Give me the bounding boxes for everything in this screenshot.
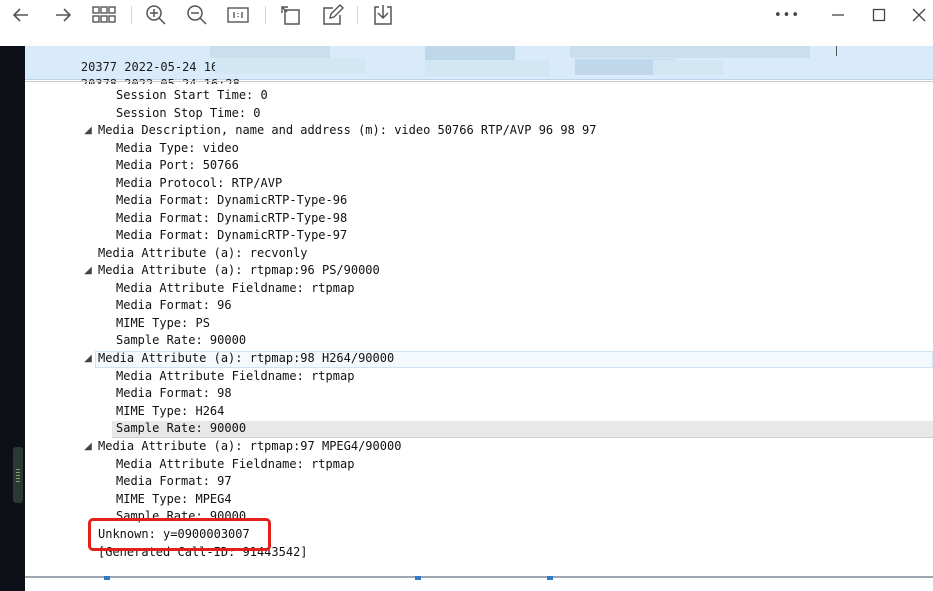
annotation-highlight-box [88,518,271,551]
tree-item[interactable]: Session Start Time: 0 [116,87,268,105]
redacted-block [210,46,330,58]
tree-item[interactable]: Media Protocol: RTP/AVP [116,175,282,193]
edit-icon[interactable] [320,2,346,28]
tree-item[interactable]: MIME Type: H264 [116,403,224,421]
tree-item[interactable]: Media Description, name and address (m):… [98,122,597,140]
zoom-in-icon[interactable] [143,2,169,28]
redacted-block [425,46,515,60]
redacted-block [570,46,810,58]
redacted-block [215,58,365,74]
tree-item[interactable]: Media Format: DynamicRTP-Type-97 [116,227,347,245]
tree-item[interactable]: Media Attribute (a): rtpmap:98 H264/9000… [98,350,394,368]
tree-item[interactable]: Media Format: 97 [116,473,232,491]
forward-arrow-icon[interactable] [50,2,76,28]
tree-item[interactable]: Media Attribute (a): recvonly [98,245,308,263]
redacted-block [425,60,550,76]
tree-item[interactable]: Media Type: video [116,140,239,158]
expand-triangle-icon[interactable]: ◢ [82,441,94,452]
tree-item[interactable]: Media Attribute Fieldname: rtpmap [116,368,354,386]
bottom-marker [547,576,553,580]
expand-triangle-icon[interactable]: ◢ [82,353,94,364]
tree-item[interactable]: Sample Rate: 90000 [116,332,246,350]
tree-item[interactable]: Media Format: DynamicRTP-Type-96 [116,192,347,210]
tree-item[interactable]: Sample Rate: 90000 [116,420,246,438]
redacted-block [653,60,723,75]
tree-item[interactable]: Media Attribute Fieldname: rtpmap [116,280,354,298]
bottom-marker [415,576,421,580]
tree-item[interactable]: Media Format: 98 [116,385,232,403]
download-icon[interactable] [370,2,396,28]
tree-item[interactable]: Media Format: 96 [116,297,232,315]
toolbar-separator [265,6,266,24]
rotate-icon[interactable] [278,2,304,28]
grid-icon[interactable] [91,2,117,28]
tree-item[interactable]: Media Attribute Fieldname: rtpmap [116,456,354,474]
tree-item[interactable]: MIME Type: PS [116,315,210,333]
maximize-icon[interactable] [866,2,892,28]
more-icon[interactable]: ••• [772,2,802,28]
packet-list: 20377 2022-05-24 16:28: 20378 2022-05-24… [25,46,933,91]
tree-item[interactable]: Media Port: 50766 [116,157,239,175]
toolbar-separator [357,6,358,24]
actual-size-icon[interactable] [225,2,251,28]
tree-item[interactable]: Media Attribute (a): rtpmap:97 MPEG4/900… [98,438,401,456]
minimize-icon[interactable] [825,2,851,28]
back-arrow-icon[interactable] [8,2,34,28]
tree-item[interactable]: Media Attribute (a): rtpmap:96 PS/90000 [98,262,380,280]
tree-item[interactable]: MIME Type: MPEG4 [116,491,232,509]
tree-item[interactable]: Media Format: DynamicRTP-Type-98 [116,210,347,228]
bottom-scrollbar-track[interactable] [25,576,933,578]
left-drag-handle[interactable] [13,447,23,503]
left-window-edge [0,46,25,591]
close-icon[interactable] [906,2,932,28]
image-viewer-toolbar: ••• [0,0,933,46]
column-divider [836,46,837,56]
toolbar-separator [131,6,132,24]
tree-item[interactable]: Session Stop Time: 0 [116,105,261,123]
zoom-out-icon[interactable] [184,2,210,28]
bottom-marker [104,576,110,580]
expand-triangle-icon[interactable]: ◢ [82,125,94,136]
pane-divider[interactable] [25,81,933,82]
expand-triangle-icon[interactable]: ◢ [82,265,94,276]
